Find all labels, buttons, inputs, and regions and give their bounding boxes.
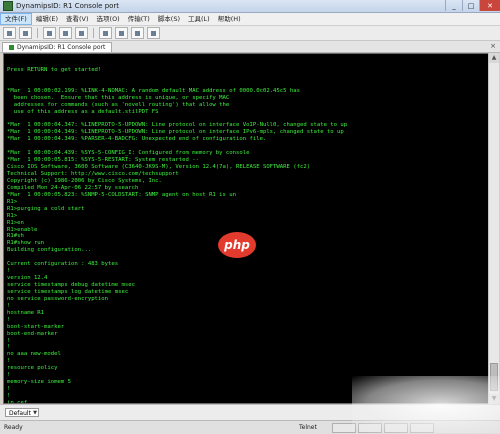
terminal-line: Press RETURN to get started! — [7, 66, 102, 73]
terminal-line: Compiled Mon 24-Apr-06 22:57 by ssearch — [7, 184, 139, 191]
terminal-line: addresses for commands (such as 'novell … — [7, 101, 230, 108]
terminal-line: R1>purging a cold start — [7, 205, 85, 212]
paste-icon[interactable] — [59, 27, 72, 39]
menu-file[interactable]: 文件(F) — [0, 13, 32, 25]
menu-script[interactable]: 脚本(S) — [154, 14, 184, 24]
menu-transfer[interactable]: 传输(T) — [124, 14, 154, 24]
terminal-line: ! — [7, 344, 11, 351]
chevron-down-icon: ▼ — [33, 410, 37, 416]
terminal-line: ! — [7, 337, 11, 344]
title-bar: DynamipsID: R1 Console port _ □ ✕ — [0, 0, 500, 13]
session-status-icon — [9, 45, 14, 50]
vertical-scrollbar[interactable]: ▲ ▼ — [488, 53, 499, 404]
disconnect-icon[interactable] — [19, 27, 32, 39]
menu-options[interactable]: 选项(O) — [93, 14, 124, 24]
status-protocol: Telnet — [299, 424, 317, 431]
print-icon[interactable] — [99, 27, 112, 39]
scroll-up-icon[interactable]: ▲ — [489, 53, 499, 63]
terminal-line: ! — [7, 316, 11, 323]
terminal-line: *Mar 1 00:00:04.439: %SYS-5-CONFIG_I: Co… — [7, 150, 250, 157]
toolbar-divider — [93, 28, 94, 38]
terminal-line: ! — [7, 302, 11, 309]
terminal-line: *Mar 1 00:00:04.349: %LINEPROTO-5-UPDOWN… — [7, 129, 344, 136]
window-title: DynamipsID: R1 Console port — [16, 2, 120, 10]
terminal-line: been chosen. Ensure that this address is… — [7, 94, 230, 101]
terminal-line: Copyright (c) 1986-2006 by Cisco Systems… — [7, 177, 162, 184]
terminal-output: Press RETURN to get started! *Mar 1 00:00… — [7, 60, 485, 403]
terminal-line: boot-end-marker — [7, 330, 58, 337]
terminal-line: service timestamps log datetime msec — [7, 288, 129, 295]
toolbar-divider — [37, 28, 38, 38]
terminal-line: *Mar 1 00:00:02.199: %LINK-4-NOMAC: A ra… — [7, 87, 300, 94]
menu-tools[interactable]: 工具(L) — [184, 14, 214, 24]
terminal-line: R1>enable — [7, 226, 38, 233]
session-tab[interactable]: DynamipsID: R1 Console port — [2, 42, 113, 52]
terminal-line: *Mar 1 00:00:04.347: %LINEPROTO-5-UPDOWN… — [7, 122, 348, 129]
watermark — [352, 376, 500, 433]
terminal-line: hostname R1 — [7, 309, 45, 316]
close-button[interactable]: ✕ — [479, 0, 500, 11]
window-controls: _ □ ✕ — [445, 0, 500, 12]
terminal-line: boot-start-marker — [7, 323, 65, 330]
settings-icon[interactable] — [115, 27, 128, 39]
terminal-line: resource policy — [7, 365, 58, 372]
connect-icon[interactable] — [3, 27, 16, 39]
terminal-line: ! — [7, 268, 11, 275]
terminal-line: use of this address as a default.stilPDT… — [7, 108, 159, 115]
menu-bar: 文件(F) 编辑(E) 查看(V) 选项(O) 传输(T) 脚本(S) 工具(L… — [0, 13, 500, 26]
terminal-line: no service password-encryption — [7, 295, 109, 302]
session-tab-label: DynamipsID: R1 Console port — [17, 44, 106, 51]
terminal-line: R1> — [7, 212, 18, 219]
minimize-button[interactable]: _ — [445, 0, 462, 11]
terminal-line: *Mar 1 00:00:05.823: %SNMP-5-COLDSTART: … — [7, 191, 237, 198]
menu-help[interactable]: 帮助(H) — [214, 14, 245, 24]
terminal-line: Technical Support: http://www.cisco.com/… — [7, 171, 179, 177]
app-icon — [3, 1, 13, 11]
php-logo: php — [218, 232, 256, 258]
terminal-line: ! — [7, 358, 11, 365]
terminal-line: *Mar 1 00:00:04.349: %PARSER-4-BADCFG: U… — [7, 136, 267, 143]
terminal-line: Cisco IOS Software, 3600 Software (C3640… — [7, 164, 311, 171]
session-select-value: Default — [9, 410, 31, 417]
terminal-line: service timestamps debug datetime msec — [7, 282, 135, 288]
help-icon[interactable] — [147, 27, 160, 39]
terminal-line: version 12.4 — [7, 275, 48, 282]
find-icon[interactable] — [75, 27, 88, 39]
close-tab-icon[interactable]: × — [489, 42, 497, 50]
status-ready: Ready — [4, 424, 23, 431]
session-select[interactable]: Default ▼ — [5, 408, 39, 417]
maximize-button[interactable]: □ — [462, 0, 479, 11]
session-tab-bar: DynamipsID: R1 Console port × — [0, 41, 500, 53]
terminal-line: no aaa new-model — [7, 351, 61, 358]
menu-view[interactable]: 查看(V) — [62, 14, 93, 24]
toolbar — [0, 26, 500, 41]
copy-icon[interactable] — [43, 27, 56, 39]
terminal-line: Current configuration : 483 bytes — [7, 261, 119, 268]
menu-edit[interactable]: 编辑(E) — [32, 14, 62, 24]
logo-text: php — [224, 238, 250, 252]
terminal-window[interactable]: Press RETURN to get started! *Mar 1 00:00… — [3, 53, 489, 404]
terminal-line: R1> — [7, 198, 18, 205]
terminal-line: *Mar 1 00:00:05.815: %SYS-5-RESTART: Sys… — [7, 157, 199, 164]
terminal-line: R1>en — [7, 219, 24, 226]
map-icon[interactable] — [131, 27, 144, 39]
